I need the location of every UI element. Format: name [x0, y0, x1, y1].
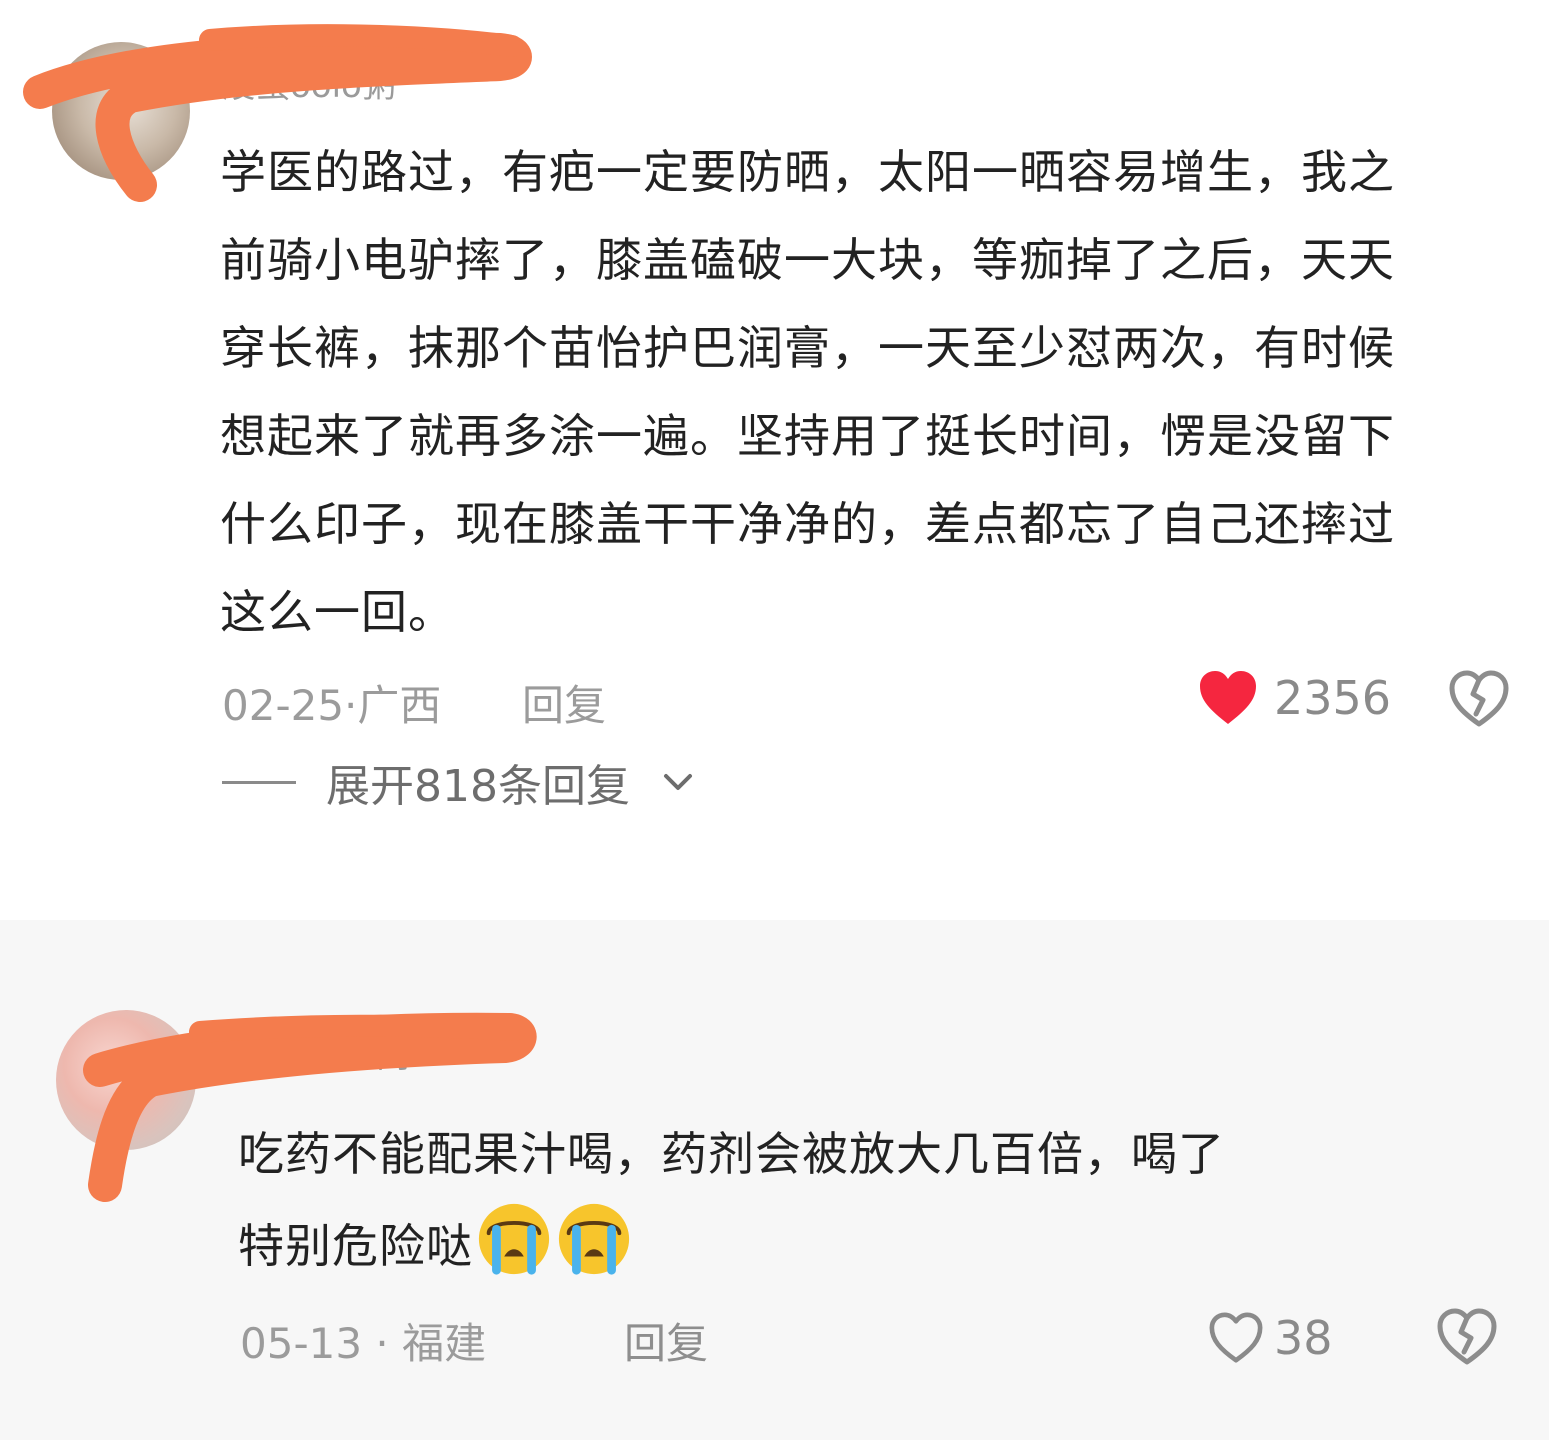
reply-button[interactable]: 回复 [624, 1310, 708, 1371]
divider [222, 780, 296, 784]
reply-button[interactable]: 回复 [522, 672, 606, 733]
comment-line-text: 特别危险哒 [238, 1219, 473, 1273]
comment-line: 吃药不能配果汁喝，药剂会被放大几百倍，喝了 [238, 1127, 1225, 1181]
comment-item: 是熊不是肉 吃药不能配果汁喝，药剂会被放大几百倍，喝了 特别危险哒 05-13 … [0, 920, 1549, 1440]
comment-line: 特别危险哒 [238, 1200, 1498, 1292]
date-location: 02-25·广西 [222, 681, 442, 730]
comment-line: 前骑小电驴摔了，膝盖磕破一大块，等痂掉了之后，天天 [220, 233, 1395, 287]
comment-item: 废蛋oolo粥 学医的路过，有疤一定要防晒，太阳一晒容易增生，我之 前骑小电驴摔… [0, 0, 1549, 900]
broken-heart-icon[interactable] [1436, 1308, 1498, 1366]
like-button[interactable]: 38 [1208, 1308, 1333, 1368]
heart-filled-icon [1200, 671, 1256, 724]
chevron-down-icon [663, 774, 692, 790]
date-location: 05-13 · 福建 [240, 1319, 487, 1368]
comment-meta: 05-13 · 福建 回复 [240, 1310, 708, 1368]
crying-face-icon [478, 1203, 550, 1275]
comment-line: 学医的路过，有疤一定要防晒，太阳一晒容易增生，我之 [220, 145, 1395, 199]
broken-heart-icon[interactable] [1448, 670, 1510, 728]
like-button[interactable]: 2356 [1198, 668, 1391, 728]
like-count: 38 [1274, 1311, 1333, 1365]
comment-line: 这么一回。 [220, 585, 455, 639]
avatar[interactable] [52, 42, 190, 180]
expand-replies-label: 展开818条回复 [326, 761, 630, 812]
comment-line: 穿长裤，抹那个苗怡护巴润膏，一天至少怼两次，有时候 [220, 321, 1395, 375]
comment-meta: 02-25·广西 回复 [222, 672, 606, 730]
comment-line: 什么印子，现在膝盖干干净净的，差点都忘了自己还摔过 [220, 497, 1395, 551]
comment-line: 想起来了就再多涂一遍。坚持用了挺长时间，愣是没留下 [220, 409, 1395, 463]
comment-text: 学医的路过，有疤一定要防晒，太阳一晒容易增生，我之 前骑小电驴摔了，膝盖磕破一大… [220, 128, 1510, 656]
like-count: 2356 [1274, 671, 1392, 725]
expand-replies-button[interactable]: 展开818条回复 [222, 752, 696, 812]
username[interactable]: 废蛋oolo粥 [222, 58, 482, 102]
heart-outline-icon [1209, 1312, 1263, 1363]
comment-text: 吃药不能配果汁喝，药剂会被放大几百倍，喝了 特别危险哒 [238, 1108, 1498, 1292]
username[interactable]: 是熊不是肉 [240, 1028, 500, 1072]
crying-face-icon [558, 1203, 630, 1275]
avatar[interactable] [56, 1010, 196, 1150]
